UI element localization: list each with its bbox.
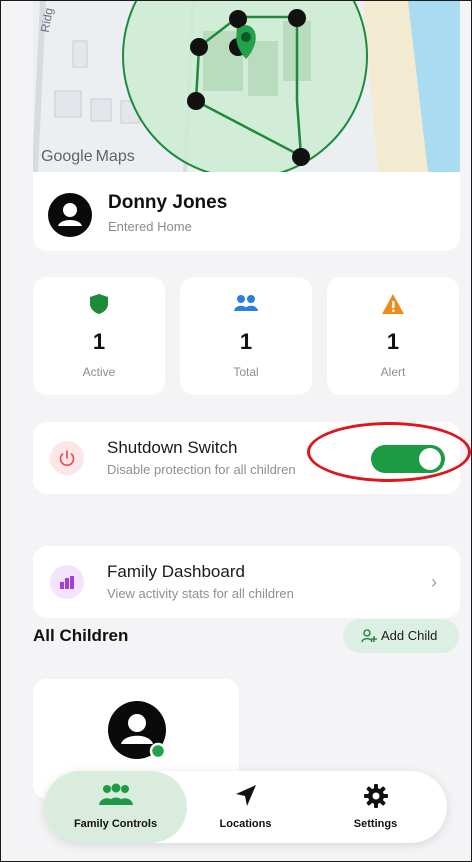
stat-label: Alert bbox=[380, 365, 406, 379]
highlight-annotation bbox=[307, 422, 471, 482]
power-icon bbox=[50, 441, 84, 475]
warning-icon bbox=[382, 294, 404, 314]
shutdown-subtitle: Disable protection for all children bbox=[107, 462, 296, 477]
family-icon bbox=[98, 783, 133, 805]
child-avatar-icon bbox=[108, 701, 167, 760]
stat-value: 1 bbox=[239, 329, 253, 354]
add-child-button[interactable]: Add Child bbox=[343, 619, 459, 653]
map-view[interactable]: Ridg Google Maps bbox=[33, 1, 460, 172]
avatar-icon bbox=[48, 193, 92, 237]
stat-label: Active bbox=[82, 365, 116, 379]
location-arrow-icon bbox=[235, 785, 256, 806]
add-child-label: Add Child bbox=[381, 628, 438, 643]
stat-card-alert[interactable]: 1 Alert bbox=[327, 277, 459, 395]
dashboard-title: Family Dashboard bbox=[107, 562, 245, 581]
stat-card-active[interactable]: 1 Active bbox=[33, 277, 165, 395]
google-attribution: Google Maps bbox=[41, 148, 135, 165]
user-name: Donny Jones bbox=[108, 192, 228, 213]
user-row[interactable]: Donny Jones Entered Home bbox=[33, 172, 460, 251]
chevron-right-icon: › bbox=[431, 572, 437, 592]
nav-label: Settings bbox=[353, 818, 398, 830]
shutdown-title: Shutdown Switch bbox=[107, 438, 238, 457]
location-card[interactable]: Ridg Google Maps Donny Jones Entered Home bbox=[33, 1, 460, 251]
section-title: All Children bbox=[33, 626, 129, 645]
bar-chart-icon bbox=[50, 565, 84, 599]
app-screen: Ridg Google Maps Donny Jones Entered Home… bbox=[0, 0, 472, 862]
gear-icon bbox=[363, 784, 388, 808]
family-dashboard-row[interactable]: Family Dashboard View activity stats for… bbox=[33, 546, 460, 618]
stat-value: 1 bbox=[92, 329, 106, 354]
nav-family-controls[interactable]: Family Controls bbox=[44, 771, 187, 843]
stat-value: 1 bbox=[386, 329, 400, 354]
nav-locations[interactable]: Locations bbox=[187, 771, 304, 843]
bottom-nav: Family Controls Locations Settings bbox=[44, 771, 447, 843]
user-status: Entered Home bbox=[108, 219, 192, 234]
stat-label: Total bbox=[233, 365, 259, 379]
nav-label: Locations bbox=[219, 818, 272, 830]
nav-settings[interactable]: Settings bbox=[304, 771, 447, 843]
dashboard-subtitle: View activity stats for all children bbox=[107, 586, 294, 601]
stat-card-total[interactable]: 1 Total bbox=[180, 277, 312, 395]
add-user-icon bbox=[361, 629, 377, 643]
nav-label: Family Controls bbox=[73, 818, 158, 830]
shield-icon bbox=[90, 294, 108, 314]
people-icon bbox=[234, 295, 258, 311]
